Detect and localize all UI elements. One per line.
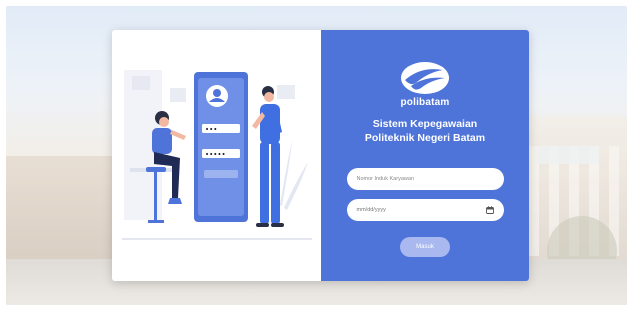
login-panel: polibatam Sistem Kepegawaian Politeknik … (321, 30, 529, 281)
date-placeholder: mm/dd/yyyy (356, 207, 386, 213)
illustration-svg: ••• ••••• (122, 70, 312, 240)
stool-seat (146, 167, 166, 172)
floor (122, 238, 312, 240)
man-face (264, 92, 274, 102)
app-title: Sistem Kepegawaian Politeknik Negeri Bat… (365, 117, 485, 145)
man-leg-right (271, 142, 280, 224)
man-shoe (271, 223, 284, 227)
man-shoe (256, 223, 269, 227)
password-mask-1: ••• (205, 126, 217, 134)
bg-frame (132, 76, 150, 90)
phone-button (204, 170, 238, 178)
brand-name: polibatam (400, 97, 450, 108)
woman-shoe (168, 198, 182, 204)
woman-arm (170, 130, 186, 140)
woman-torso (152, 128, 172, 154)
man-leg-left (260, 142, 269, 224)
stool-base (148, 220, 164, 223)
avatar-head (213, 89, 221, 97)
app-title-line-1: Sistem Kepegawaian (372, 118, 478, 130)
login-button[interactable]: Masuk (400, 237, 450, 257)
calendar-icon[interactable] (485, 206, 494, 214)
woman-face (159, 117, 169, 127)
stool-leg (154, 172, 157, 222)
polibatam-logo-icon (401, 62, 449, 94)
login-illustration: ••• ••••• (112, 30, 321, 281)
password-mask-2: ••••• (205, 151, 226, 159)
nik-input[interactable] (346, 168, 504, 190)
date-input[interactable]: mm/dd/yyyy (346, 199, 504, 221)
bg-frame (277, 85, 295, 99)
app-title-line-2: Politeknik Negeri Batam (364, 132, 486, 144)
login-card: ••• ••••• polibatam Sistem Kepegawaian P… (112, 30, 529, 281)
bg-frame (170, 88, 186, 102)
